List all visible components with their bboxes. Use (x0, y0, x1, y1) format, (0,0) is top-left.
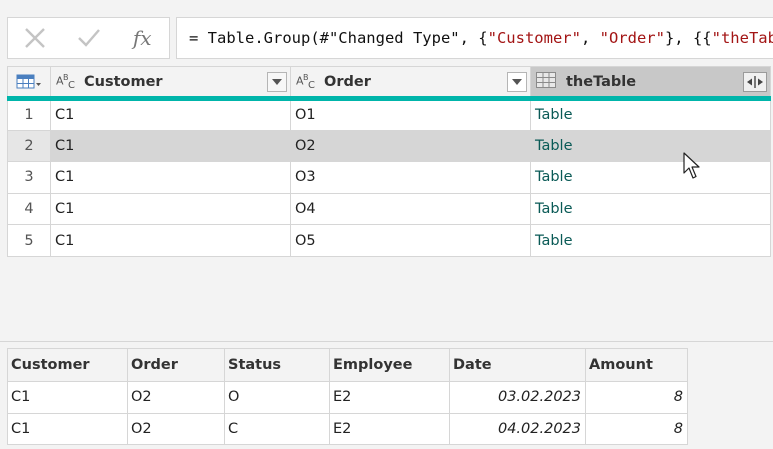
text-type-icon[interactable]: ABC (56, 73, 84, 91)
preview-cell: 8 (585, 381, 688, 414)
preview-column-header: Employee (329, 348, 450, 382)
cell-order[interactable]: O5 (290, 224, 531, 257)
column-header-customer[interactable]: ABC Customer (50, 66, 291, 101)
preview-cell: 03.02.2023 (449, 381, 586, 414)
row-number[interactable]: 3 (7, 161, 51, 194)
cell-order[interactable]: O2 (290, 129, 531, 163)
filter-dropdown-button[interactable] (267, 71, 287, 92)
cell-table-link[interactable]: Table (530, 161, 771, 194)
preview-column-header: Date (449, 348, 586, 382)
preview-column-header: Order (127, 348, 225, 382)
preview-column-header: Status (224, 348, 330, 382)
table-row[interactable]: 3 C1 O3 Table (7, 161, 771, 194)
cell-order[interactable]: O1 (290, 98, 531, 131)
cell-order[interactable]: O4 (290, 192, 531, 226)
cell-customer[interactable]: C1 (50, 192, 291, 226)
check-icon (77, 29, 100, 47)
cell-table-link[interactable]: Table (530, 129, 771, 163)
table-menu-button[interactable] (7, 66, 51, 101)
column-label: Order (324, 73, 371, 90)
table-row[interactable]: 5 C1 O5 Table (7, 224, 771, 257)
mouse-cursor-icon (683, 152, 700, 179)
cell-table-link[interactable]: Table (530, 224, 771, 257)
close-icon (24, 28, 45, 48)
preview-column-header: Amount (585, 348, 688, 382)
formula-input[interactable]: = Table.Group(#"Changed Type", {"Custome… (176, 17, 773, 59)
data-grid: ABC Customer ABC Order theTable 1 C1 O1 … (7, 66, 771, 257)
row-number[interactable]: 4 (7, 192, 51, 226)
formula-token: , (580, 29, 600, 47)
fx-button[interactable]: fx (115, 18, 169, 58)
chevron-down-icon (512, 78, 522, 85)
preview-cell: E2 (329, 381, 450, 414)
cell-order[interactable]: O3 (290, 161, 531, 194)
preview-cell: C1 (7, 381, 128, 414)
preview-cell: C (224, 412, 330, 445)
column-header-order[interactable]: ABC Order (290, 66, 531, 101)
cell-customer[interactable]: C1 (50, 98, 291, 131)
table-row[interactable]: 2 C1 O2 Table (7, 129, 771, 163)
power-query-editor: fx = Table.Group(#"Changed Type", {"Cust… (0, 0, 773, 449)
expand-column-button[interactable] (743, 71, 767, 92)
preview-table: Customer Order Status Employee Date Amount C1… (7, 348, 688, 445)
preview-cell: E2 (329, 412, 450, 445)
table-type-icon[interactable] (536, 71, 566, 92)
preview-cell: C1 (7, 412, 128, 445)
filter-dropdown-button[interactable] (507, 71, 527, 92)
preview-cell: O (224, 381, 330, 414)
column-header-thetable[interactable]: theTable (530, 66, 771, 101)
expand-icon (747, 75, 763, 88)
text-type-icon[interactable]: ABC (296, 73, 324, 91)
preview-row: C1 O2 C E2 04.02.2023 8 (7, 412, 688, 445)
row-number[interactable]: 5 (7, 224, 51, 257)
row-number[interactable]: 1 (7, 98, 51, 131)
formula-bar-buttons: fx (7, 17, 170, 59)
cell-customer[interactable]: C1 (50, 224, 291, 257)
formula-string-token: "Customer" (487, 29, 581, 47)
column-label: theTable (566, 73, 637, 90)
cancel-button[interactable] (8, 18, 62, 58)
divider (0, 341, 773, 342)
chevron-down-icon (272, 78, 282, 85)
formula-token: = Table.Group(#"Changed Type", { (189, 29, 488, 47)
preview-cell: O2 (127, 412, 225, 445)
column-label: Customer (84, 73, 163, 90)
cell-customer[interactable]: C1 (50, 161, 291, 194)
commit-button[interactable] (62, 18, 116, 58)
preview-cell: 04.02.2023 (449, 412, 586, 445)
cell-table-link[interactable]: Table (530, 192, 771, 226)
table-menu-icon (16, 74, 41, 88)
preview-cell: 8 (585, 412, 688, 445)
preview-cell: O2 (127, 381, 225, 414)
formula-string-token: "theTable" (711, 29, 773, 47)
table-row[interactable]: 4 C1 O4 Table (7, 192, 771, 226)
row-number[interactable]: 2 (7, 129, 51, 163)
cell-customer[interactable]: C1 (50, 129, 291, 163)
cell-table-link[interactable]: Table (530, 98, 771, 131)
preview-row: C1 O2 O E2 03.02.2023 8 (7, 381, 688, 414)
preview-column-header: Customer (7, 348, 128, 382)
table-row[interactable]: 1 C1 O1 Table (7, 98, 771, 131)
formula-string-token: "Order" (599, 29, 665, 47)
formula-token: }, {{ (664, 29, 712, 47)
